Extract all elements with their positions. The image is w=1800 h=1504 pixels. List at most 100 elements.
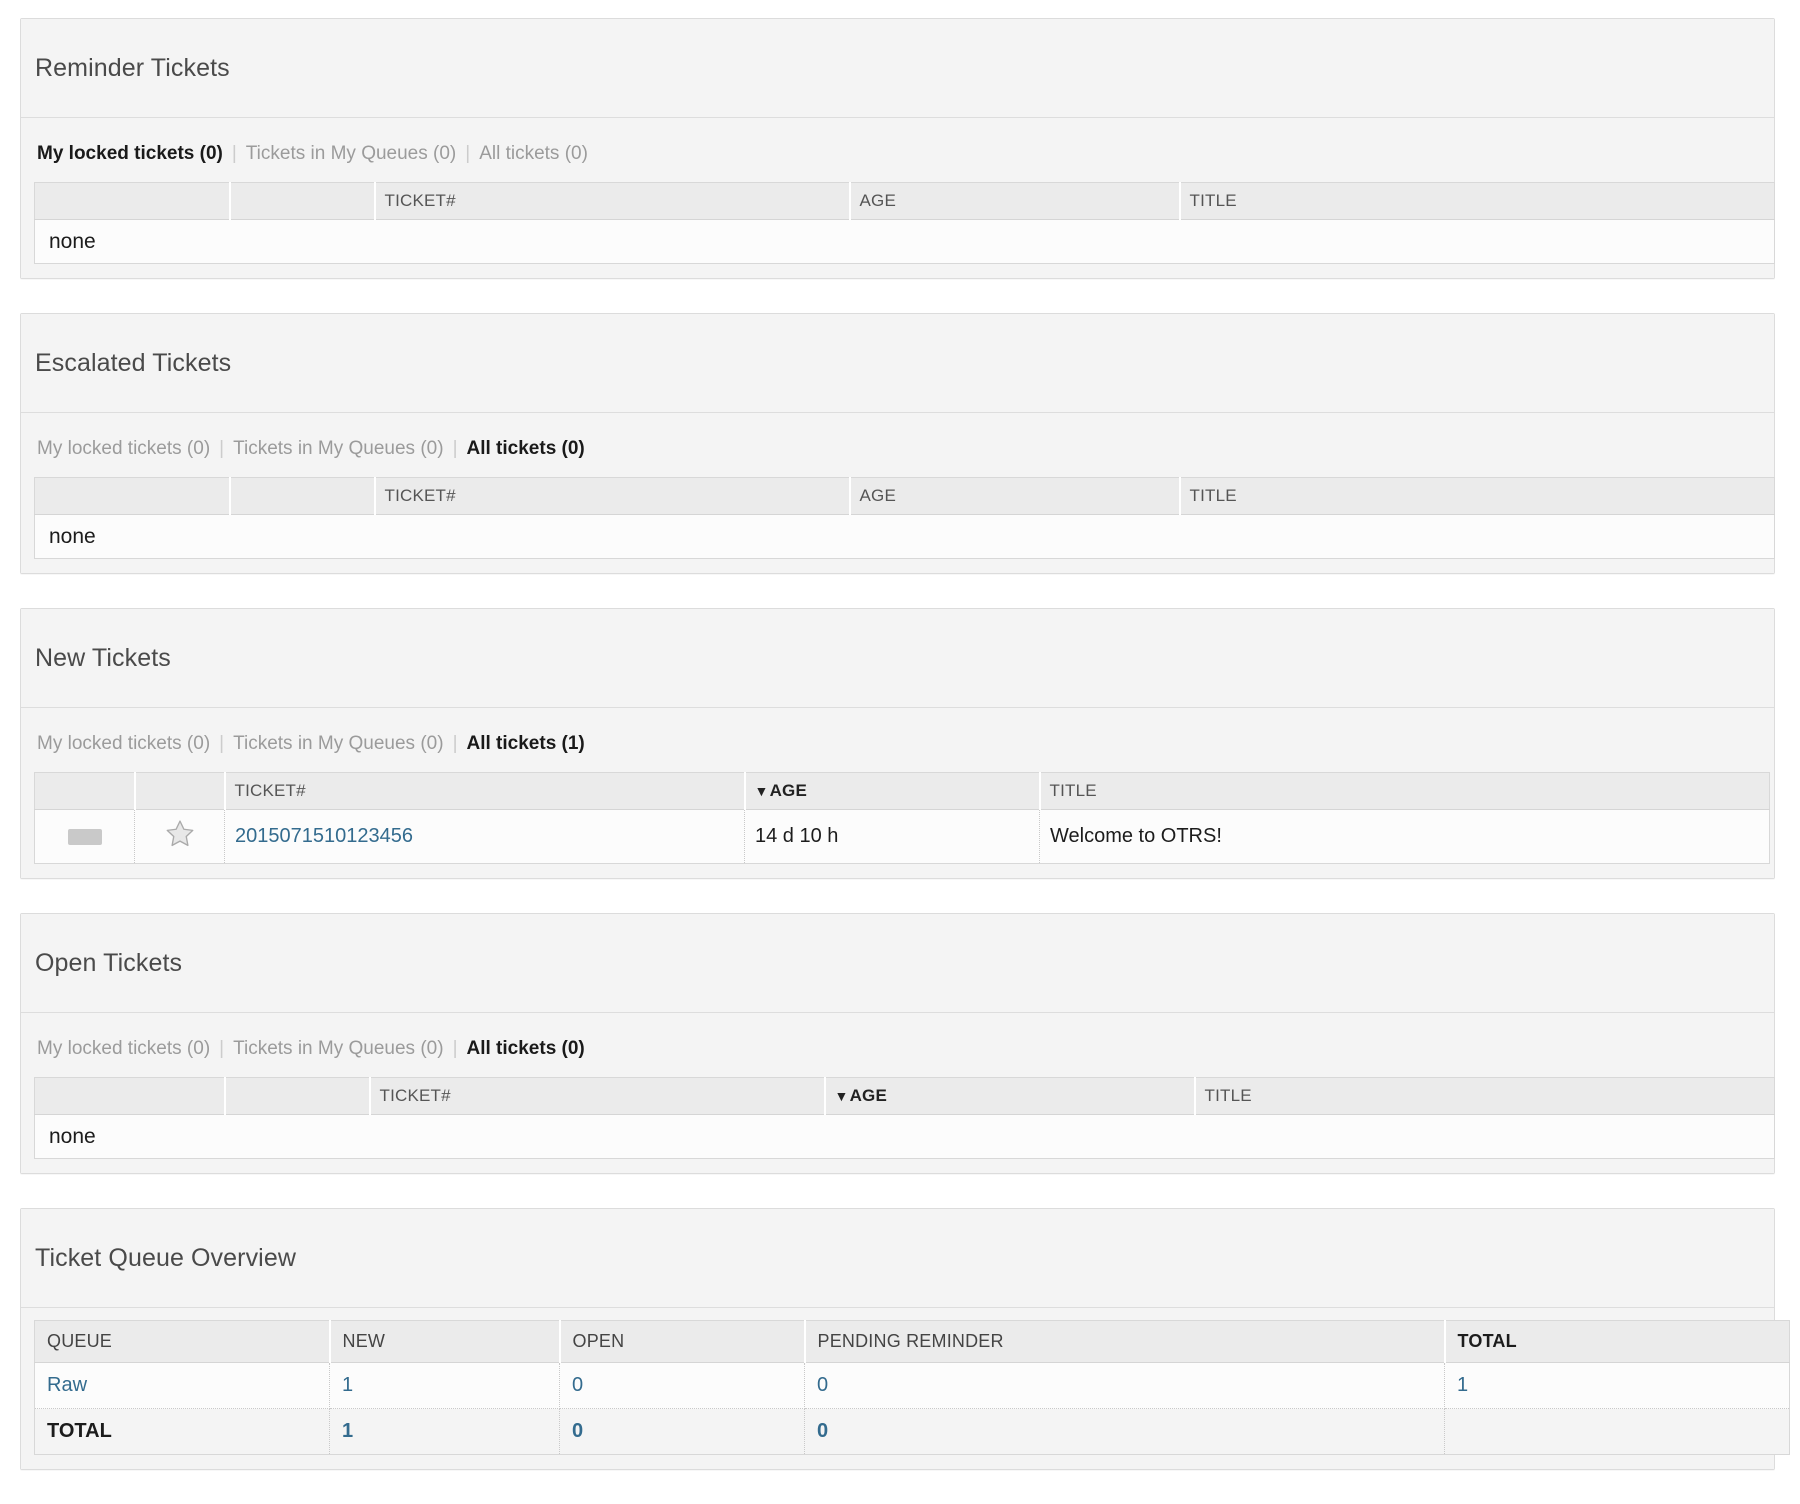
column-header-label: TITLE <box>1205 1086 1252 1105</box>
filter-tab-escalated-tickets-0[interactable]: My locked tickets (0) <box>37 438 210 459</box>
column-header-title[interactable]: TITLE <box>1180 478 1775 515</box>
queue-new-count-link[interactable]: 1 <box>342 1374 353 1396</box>
queue-column-header-new[interactable]: NEW <box>330 1321 560 1363</box>
column-header-spacer-0[interactable] <box>35 183 230 220</box>
ticket-number-cell: 2015071510123456 <box>225 810 745 864</box>
filter-tab-escalated-tickets-2[interactable]: All tickets (0) <box>467 438 585 459</box>
widget-escalated-tickets: Escalated Tickets My locked tickets (0) | T… <box>20 313 1775 574</box>
column-header-age[interactable]: AGE <box>850 183 1180 220</box>
queue-total-open-count-cell: 0 <box>560 1409 805 1455</box>
column-header-spacer-1[interactable] <box>230 478 375 515</box>
filter-separator: | <box>232 143 237 165</box>
column-header-ticket-number[interactable]: TICKET# <box>225 773 745 810</box>
column-header-label: AGE <box>850 1086 887 1105</box>
column-header-label: AGE <box>770 781 807 800</box>
column-header-spacer-1[interactable] <box>225 1078 370 1115</box>
widget-title-escalated-tickets: Escalated Tickets <box>35 350 1760 378</box>
filter-tab-new-tickets-1[interactable]: Tickets in My Queues (0) <box>233 733 443 754</box>
queue-name-cell: Raw <box>35 1363 330 1409</box>
column-header-age[interactable]: AGE <box>850 478 1180 515</box>
queue-total-count-link[interactable]: 1 <box>1457 1374 1468 1396</box>
queue-pending-reminder-count-link[interactable]: 0 <box>817 1374 828 1396</box>
empty-message: none <box>35 515 1775 559</box>
queue-total-count-cell: 1 <box>1445 1363 1790 1409</box>
table-row[interactable]: 201507151012345614 d 10 hWelcome to OTRS… <box>35 810 1770 864</box>
column-header-ticket-number[interactable]: TICKET# <box>375 478 850 515</box>
queue-total-pending-reminder-count-cell: 0 <box>805 1409 1445 1455</box>
widget-body-new-tickets: My locked tickets (0) | Tickets in My Queu… <box>21 708 1774 878</box>
ticket-table-empty-row: none <box>35 220 1775 264</box>
ticket-table-empty-row: none <box>35 515 1775 559</box>
filter-bar-new-tickets: My locked tickets (0) | Tickets in My Queu… <box>34 720 1761 772</box>
column-header-title[interactable]: TITLE <box>1195 1078 1775 1115</box>
column-header-label: TITLE <box>1190 191 1237 210</box>
column-header-spacer-0[interactable] <box>35 478 230 515</box>
queue-pending-reminder-count-cell: 0 <box>805 1363 1445 1409</box>
ticket-table-header-row: TICKET# AGE TITLE <box>35 183 1775 220</box>
filter-bar-reminder-tickets: My locked tickets (0) | Tickets in My Queu… <box>34 130 1761 182</box>
ticket-table-reminder-tickets: TICKET# AGE TITLE none <box>34 182 1775 264</box>
filter-bar-open-tickets: My locked tickets (0) | Tickets in My Queu… <box>34 1025 1761 1077</box>
filter-separator: | <box>465 143 470 165</box>
queue-column-header-pending-reminder[interactable]: PENDING REMINDER <box>805 1321 1445 1363</box>
queue-column-header-total[interactable]: TOTAL <box>1445 1321 1790 1363</box>
column-header-spacer-0[interactable] <box>35 1078 225 1115</box>
queue-total-open-count-link[interactable]: 0 <box>572 1420 583 1442</box>
queue-total-grand-cell <box>1445 1409 1790 1455</box>
column-header-title[interactable]: TITLE <box>1040 773 1770 810</box>
column-header-title[interactable]: TITLE <box>1180 183 1775 220</box>
filter-tab-open-tickets-2[interactable]: All tickets (0) <box>467 1038 585 1059</box>
ticket-number-link[interactable]: 2015071510123456 <box>235 825 413 847</box>
filter-tab-new-tickets-2[interactable]: All tickets (1) <box>467 733 585 754</box>
queue-table-row: Raw 1 0 0 1 <box>35 1363 1790 1409</box>
widget-body-escalated-tickets: My locked tickets (0) | Tickets in My Queu… <box>21 413 1774 573</box>
column-header-spacer-1[interactable] <box>230 183 375 220</box>
column-header-age[interactable]: ▼AGE <box>745 773 1040 810</box>
filter-separator: | <box>453 1038 458 1060</box>
filter-separator: | <box>453 733 458 755</box>
flag-cell[interactable] <box>135 810 225 864</box>
widget-header-escalated-tickets: Escalated Tickets <box>21 314 1774 413</box>
queue-name-link[interactable]: Raw <box>47 1374 87 1396</box>
queue-open-count-link[interactable]: 0 <box>572 1374 583 1396</box>
queue-overview-table: QUEUENEWOPENPENDING REMINDERTOTAL Raw 1 0 0 1… <box>34 1320 1790 1455</box>
filter-tab-open-tickets-0[interactable]: My locked tickets (0) <box>37 1038 210 1059</box>
star-outline-icon[interactable] <box>165 819 195 848</box>
filter-separator: | <box>219 438 224 460</box>
filter-tab-reminder-tickets-0[interactable]: My locked tickets (0) <box>37 143 223 164</box>
dashboard-page: Reminder Tickets My locked tickets (0) | Ti… <box>0 0 1800 1470</box>
filter-tab-reminder-tickets-1[interactable]: Tickets in My Queues (0) <box>246 143 456 164</box>
widget-header-reminder-tickets: Reminder Tickets <box>21 19 1774 118</box>
filter-tab-new-tickets-0[interactable]: My locked tickets (0) <box>37 733 210 754</box>
filter-bar-escalated-tickets: My locked tickets (0) | Tickets in My Queu… <box>34 425 1761 477</box>
column-header-spacer-1[interactable] <box>135 773 225 810</box>
column-header-age[interactable]: ▼AGE <box>825 1078 1195 1115</box>
filter-tab-reminder-tickets-2[interactable]: All tickets (0) <box>479 143 588 164</box>
sort-descending-icon: ▼ <box>835 1089 849 1103</box>
column-header-spacer-0[interactable] <box>35 773 135 810</box>
filter-separator: | <box>453 438 458 460</box>
sort-descending-icon: ▼ <box>755 784 769 798</box>
widget-header-open-tickets: Open Tickets <box>21 914 1774 1013</box>
column-header-label: TICKET# <box>235 781 306 800</box>
filter-tab-open-tickets-1[interactable]: Tickets in My Queues (0) <box>233 1038 443 1059</box>
queue-new-count-cell: 1 <box>330 1363 560 1409</box>
column-header-label: TICKET# <box>385 191 456 210</box>
queue-column-header-queue[interactable]: QUEUE <box>35 1321 330 1363</box>
queue-total-new-count-link[interactable]: 1 <box>342 1420 353 1442</box>
ticket-title-cell: Welcome to OTRS! <box>1040 810 1770 864</box>
column-header-label: TITLE <box>1190 486 1237 505</box>
filter-separator: | <box>219 733 224 755</box>
queue-total-pending-reminder-count-link[interactable]: 0 <box>817 1420 828 1442</box>
ticket-table-empty-row: none <box>35 1115 1775 1159</box>
ticket-table-header-row: TICKET#▼AGETITLE <box>35 1078 1775 1115</box>
dashboard-widgets: Reminder Tickets My locked tickets (0) | Ti… <box>20 18 1775 1174</box>
column-header-ticket-number[interactable]: TICKET# <box>370 1078 825 1115</box>
widget-new-tickets: New TicketsMy locked tickets (0)|Tickets… <box>20 608 1775 879</box>
filter-tab-escalated-tickets-1[interactable]: Tickets in My Queues (0) <box>233 438 443 459</box>
queue-column-header-open[interactable]: OPEN <box>560 1321 805 1363</box>
column-header-label: AGE <box>860 486 897 505</box>
priority-cell <box>35 810 135 864</box>
ticket-table-header-row: TICKET# AGE TITLE <box>35 478 1775 515</box>
column-header-ticket-number[interactable]: TICKET# <box>375 183 850 220</box>
